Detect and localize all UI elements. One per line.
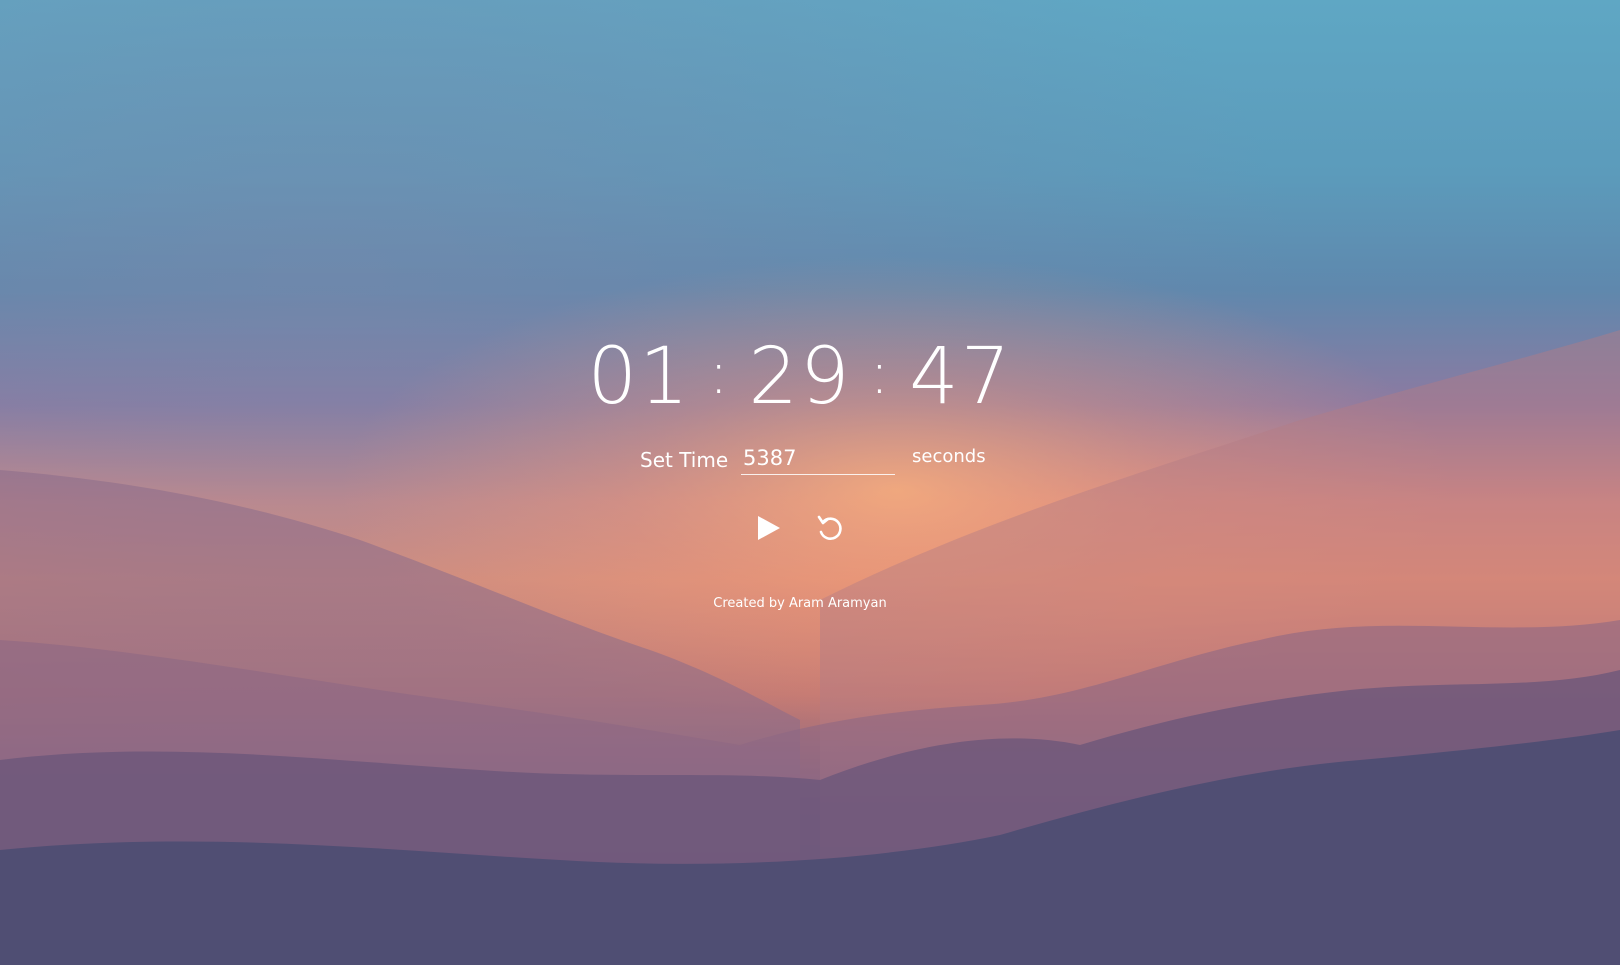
seconds-unit-label: seconds	[912, 446, 986, 467]
play-button[interactable]	[750, 510, 786, 546]
time-separator: :	[708, 339, 731, 407]
timer-app: 01:29:47 Set Time seconds Created by Ara…	[0, 0, 1620, 965]
reset-button[interactable]	[812, 510, 848, 546]
reset-icon	[817, 515, 842, 540]
set-time-row: Set Time seconds	[600, 440, 1020, 480]
time-separator: :	[869, 339, 892, 407]
set-time-label: Set Time	[640, 448, 729, 472]
set-time-input[interactable]	[741, 442, 895, 475]
author-credit: Created by Aram Aramyan	[713, 596, 887, 611]
minutes-value: 29	[748, 332, 852, 422]
timer-controls	[750, 510, 870, 550]
countdown-display: 01:29:47	[560, 332, 1040, 428]
hours-value: 01	[587, 332, 691, 422]
seconds-value: 47	[909, 332, 1013, 422]
play-icon	[758, 516, 780, 540]
